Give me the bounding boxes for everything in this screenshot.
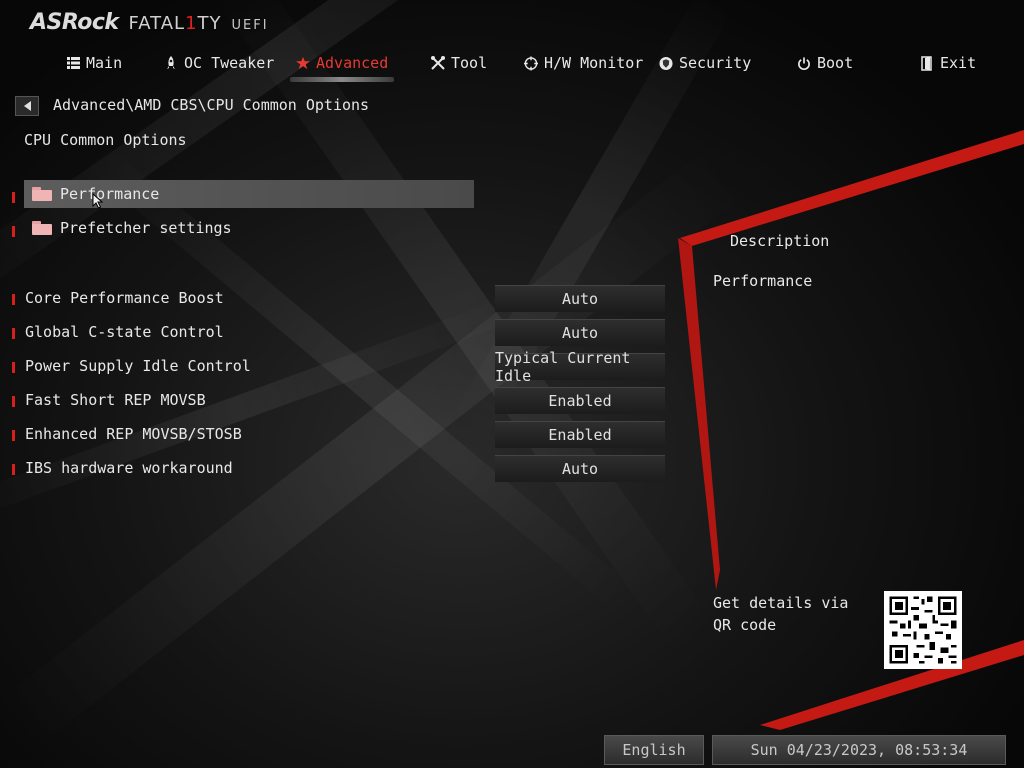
tab-hw-monitor[interactable]: H/W Monitor [524,50,643,76]
row-marker [12,294,15,305]
tab-label: H/W Monitor [544,54,644,72]
breadcrumb: Advanced\AMD CBS\CPU Common Options [53,96,370,114]
tab-label: Boot [817,54,854,72]
submenu-label: Prefetcher settings [60,219,232,237]
exit-door-icon [920,55,934,71]
option-power-supply-idle-control-label: Power Supply Idle Control [25,357,251,375]
fast-short-rep-movsb-select[interactable]: Enabled [495,387,665,414]
language-button[interactable]: English [604,735,704,765]
tab-boot[interactable]: Boot [797,50,853,76]
list-icon [66,56,80,70]
description-title: Description [730,232,830,250]
row-marker [12,430,15,441]
star-icon [296,56,310,70]
qr-caption: Get details via QR code [713,594,849,634]
tab-exit[interactable]: Exit [920,50,976,76]
tab-main[interactable]: Main [66,50,122,76]
option-fast-short-rep-movsb-label: Fast Short REP MOVSB [25,391,206,409]
logo-brand: ASRock [30,10,119,35]
tab-label: Exit [940,54,977,72]
back-arrow-icon [23,101,31,111]
tab-security[interactable]: Security [659,50,751,76]
tab-label: Security [679,54,752,72]
datetime-display: Sun 04/23/2023, 08:53:34 [712,735,1006,765]
global-c-state-control-select[interactable]: Auto [495,319,665,346]
row-marker [12,328,15,339]
enhanced-rep-movsb-stosb-select[interactable]: Enabled [495,421,665,448]
folder-icon [32,221,52,235]
row-marker [12,362,15,373]
mouse-cursor-icon [92,192,104,213]
tab-advanced[interactable]: Advanced [289,50,395,82]
submenu-prefetcher-settings[interactable]: Prefetcher settings [24,214,474,242]
option-enhanced-rep-movsb-stosb-label: Enhanced REP MOVSB/STOSB [25,425,242,443]
option-global-c-state-control-label: Global C-state Control [25,323,224,341]
option-ibs-hardware-workaround-label: IBS hardware workaround [25,459,233,477]
logo-fatal1ty: FATAL1TY [128,13,222,34]
core-performance-boost-select[interactable]: Auto [495,285,665,312]
row-marker [12,464,15,475]
back-button[interactable] [15,96,39,116]
crosshair-icon [524,56,538,70]
folder-icon [32,187,52,201]
tab-label: Main [86,54,123,72]
ibs-hardware-workaround-select[interactable]: Auto [495,455,665,482]
description-panel-frame [678,130,1024,730]
tab-label: Advanced [316,54,389,72]
row-marker [12,396,15,407]
row-marker [12,226,15,237]
shield-icon [659,56,673,70]
description-text: Performance [713,272,813,290]
page-title: CPU Common Options [24,131,187,149]
tab-tool[interactable]: Tool [431,50,487,76]
top-navigation: Main OC Tweaker Advanced Tool H/W Monito… [0,50,1024,82]
power-supply-idle-control-select[interactable]: Typical Current Idle [495,349,665,385]
row-marker [12,192,15,203]
rocket-icon [164,56,178,70]
option-core-performance-boost-label: Core Performance Boost [25,289,224,307]
power-icon [797,56,811,70]
tools-icon [431,56,445,70]
qr-code [884,591,962,669]
logo-uefi: UEFI [231,18,269,33]
tab-oc-tweaker[interactable]: OC Tweaker [164,50,274,76]
tab-label: Tool [451,54,488,72]
submenu-label: Performance [60,185,160,203]
tab-label: OC Tweaker [184,54,275,72]
asrock-fatal1ty-logo: ASRock FATAL1TY UEFI [30,10,269,36]
